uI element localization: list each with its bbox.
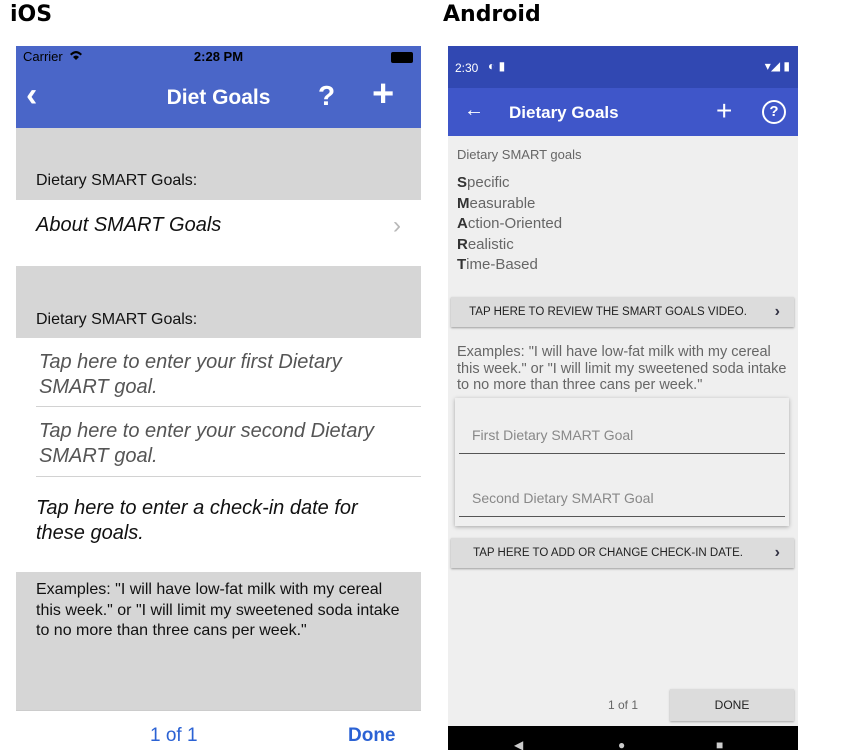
smart-item-specific: Specific [457,174,510,191]
review-video-label: TAP HERE TO REVIEW THE SMART GOALS VIDEO… [469,306,747,318]
ios-examples-text: Examples: "I will have low-fat milk with… [36,581,400,639]
ios-platform-label: iOS [10,2,53,27]
done-button[interactable]: DONE [670,689,794,721]
help-icon[interactable]: ? [318,80,335,112]
smart-item-time-based: Time-Based [457,256,538,273]
row-divider [36,406,421,407]
page-indicator: 1 of 1 [608,698,639,712]
review-video-button[interactable]: TAP HERE TO REVIEW THE SMART GOALS VIDEO… [451,297,794,327]
first-goal-input[interactable]: First Dietary SMART Goal [472,427,633,443]
ios-nav-bar: ‹ Diet Goals ? + [16,68,421,128]
about-smart-goals-row[interactable]: About SMART Goals › [16,200,421,266]
ios-status-time: 2:28 PM [193,49,244,64]
ios-toolbar: 1 of 1 Done [16,710,421,750]
android-section-heading: Dietary SMART goals [457,147,582,162]
chevron-right-icon: › [774,544,780,561]
checkin-date-field[interactable]: Tap here to enter a check-in date for th… [36,496,409,546]
smart-item-realistic: Realistic [457,235,514,253]
android-status-time: 2:30 [455,61,479,75]
ios-section-1-header-bg: Dietary SMART Goals: [16,128,421,200]
chevron-right-icon: › [774,303,780,320]
checkin-date-label: TAP HERE TO ADD OR CHANGE CHECK-IN DATE. [473,547,743,559]
back-arrow-icon[interactable]: ← [464,99,484,122]
home-circle-icon[interactable]: ● [618,738,625,750]
ios-section-1-header: Dietary SMART Goals: [36,172,198,189]
smart-acronym-list: Specific Measurable Action-Oriented Real… [457,173,562,276]
signal-battery-icon: ▾◢ ▮ [764,59,790,73]
ios-goals-list: Tap here to enter your first Dietary SMA… [16,338,421,572]
row-divider [36,476,421,477]
android-screen: 2:30 ◐ ▮ ▾◢ ▮ ← Dietary Goals + ? Dietar… [448,46,798,750]
notification-icons: ◐ ▮ [488,59,506,73]
android-app-bar: ← Dietary Goals + ? [448,88,798,136]
android-platform-label: Android [443,2,541,27]
smart-item-measurable: Measurable [457,194,536,212]
goals-input-card: First Dietary SMART Goal Second Dietary … [455,398,789,526]
help-circle-icon[interactable]: ? [762,100,786,124]
page-indicator: 1 of 1 [150,725,198,746]
ios-section-2-header: Dietary SMART Goals: [36,311,198,328]
android-status-bar: 2:30 ◐ ▮ ▾◢ ▮ [448,46,798,88]
smart-item-action-oriented: Action-Oriented [457,215,563,232]
input-underline [459,516,785,517]
checkin-date-button[interactable]: TAP HERE TO ADD OR CHANGE CHECK-IN DATE.… [451,538,794,568]
about-smart-goals-label: About SMART Goals [36,214,222,236]
second-goal-field[interactable]: Tap here to enter your second Dietary SM… [39,419,409,469]
chevron-right-icon: › [393,212,401,239]
ios-page-title: Diet Goals [166,86,271,109]
ios-section-2-header-bg: Dietary SMART Goals: [16,266,421,338]
input-underline [459,453,785,454]
battery-icon [391,52,413,63]
done-button[interactable]: Done [348,725,396,747]
android-page-title: Dietary Goals [509,103,619,122]
android-nav-bar: ◀ ● ■ [448,726,798,750]
first-goal-field[interactable]: Tap here to enter your first Dietary SMA… [39,350,409,400]
add-icon[interactable]: + [716,94,732,128]
ios-examples-bg: Examples: "I will have low-fat milk with… [16,572,421,710]
ios-status-bar: Carrier 2:28 PM [16,46,421,68]
recents-square-icon[interactable]: ■ [716,738,723,750]
back-triangle-icon[interactable]: ◀ [514,738,523,750]
ios-screen: Carrier 2:28 PM ‹ Diet Goals ? + Dietary… [16,46,421,750]
add-icon[interactable]: + [372,74,394,114]
android-examples-text: Examples: "I will have low-fat milk with… [457,344,787,393]
second-goal-input[interactable]: Second Dietary SMART Goal [472,490,654,506]
